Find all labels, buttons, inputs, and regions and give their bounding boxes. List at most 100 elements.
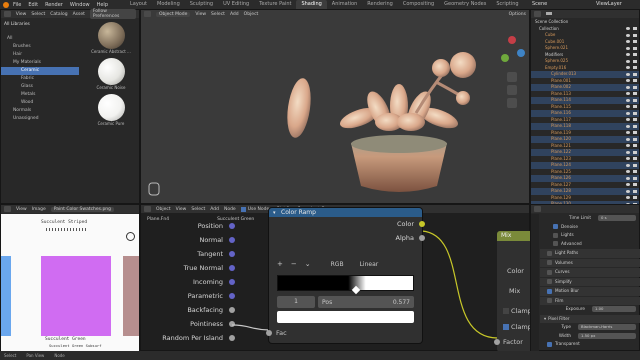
camera-icon[interactable] bbox=[633, 163, 637, 167]
camera-icon[interactable] bbox=[633, 157, 637, 161]
navigation-gizmo[interactable] bbox=[501, 36, 525, 62]
tab-layout[interactable]: Layout bbox=[125, 0, 152, 9]
tab-sculpting[interactable]: Sculpting bbox=[185, 0, 218, 9]
eye-icon[interactable] bbox=[626, 72, 630, 76]
editor-type-icon[interactable] bbox=[144, 11, 151, 17]
eye-icon[interactable] bbox=[626, 111, 630, 115]
output-alpha[interactable]: Alpha bbox=[269, 231, 425, 245]
eye-icon[interactable] bbox=[626, 118, 630, 122]
stop-color-swatch[interactable] bbox=[277, 311, 414, 323]
editor-type-icon[interactable] bbox=[4, 206, 11, 212]
checkbox-icon[interactable] bbox=[547, 341, 552, 347]
eye-icon[interactable] bbox=[626, 131, 630, 135]
zoom-button[interactable] bbox=[507, 72, 517, 82]
camera-icon[interactable] bbox=[633, 137, 637, 141]
output-backfacing[interactable]: Backfacing bbox=[141, 303, 235, 317]
camera-icon[interactable] bbox=[633, 98, 637, 102]
camera-icon[interactable] bbox=[633, 53, 637, 57]
checkbox-icon[interactable] bbox=[547, 260, 552, 266]
tab-shading[interactable]: Shading bbox=[296, 0, 327, 9]
camera-icon[interactable] bbox=[633, 189, 637, 193]
menu-view[interactable]: View bbox=[16, 12, 27, 17]
eye-icon[interactable] bbox=[626, 170, 630, 174]
shader-node-editor[interactable]: Object View Select Add Node Use Nodes Sl… bbox=[140, 204, 532, 352]
catalog-metals[interactable]: Metals bbox=[1, 91, 79, 99]
color-mode-dropdown[interactable]: RGB bbox=[331, 261, 344, 268]
mode-selector[interactable]: Object Mode bbox=[156, 11, 191, 17]
output-incoming[interactable]: Incoming bbox=[141, 275, 235, 289]
catalog-normals[interactable]: Normals bbox=[1, 107, 79, 115]
tab-modeling[interactable]: Modeling bbox=[152, 0, 185, 9]
tab-rendering[interactable]: Rendering bbox=[362, 0, 398, 9]
filter-width-row[interactable]: Width 1.50 px bbox=[540, 332, 640, 341]
tab-texture-paint[interactable]: Texture Paint bbox=[254, 0, 296, 9]
exposure-field[interactable]: 1.00 bbox=[592, 306, 636, 313]
input-fac[interactable]: Fac bbox=[266, 329, 287, 337]
catalog-unassigned[interactable]: Unassigned bbox=[1, 115, 79, 123]
menu-select[interactable]: Select bbox=[191, 207, 205, 212]
socket-icon[interactable] bbox=[494, 339, 500, 345]
mix-output-color[interactable]: Color bbox=[507, 267, 524, 275]
tab-scripting[interactable]: Scripting bbox=[491, 0, 523, 9]
scene-selector[interactable]: Scene bbox=[532, 1, 547, 7]
camera-icon[interactable] bbox=[633, 85, 637, 89]
properties-panel[interactable]: Curves bbox=[540, 268, 640, 277]
menu-asset[interactable]: Asset bbox=[73, 12, 85, 17]
3d-viewport[interactable]: Object Mode View Select Add Object Optio… bbox=[140, 9, 530, 204]
blender-logo-icon[interactable] bbox=[3, 1, 9, 8]
eye-icon[interactable] bbox=[626, 59, 630, 63]
filter-type-row[interactable]: Type Blackman-Harris bbox=[540, 323, 640, 332]
camera-icon[interactable] bbox=[633, 131, 637, 135]
remove-stop-button[interactable]: − bbox=[291, 260, 297, 268]
editor-type-icon[interactable] bbox=[534, 11, 541, 17]
chevron-down-icon[interactable]: ⌄ bbox=[305, 260, 311, 268]
menu-node[interactable]: Node bbox=[224, 207, 236, 212]
hand-tool-icon[interactable] bbox=[148, 182, 160, 196]
camera-icon[interactable] bbox=[633, 40, 637, 44]
use-nodes-toggle[interactable]: Use Nodes bbox=[240, 206, 272, 212]
eye-icon[interactable] bbox=[626, 66, 630, 70]
socket-icon[interactable] bbox=[229, 293, 235, 299]
menu-object[interactable]: Object bbox=[244, 12, 259, 17]
eye-icon[interactable] bbox=[626, 183, 630, 187]
interpolation-dropdown[interactable]: Linear bbox=[360, 261, 379, 268]
eye-icon[interactable] bbox=[626, 98, 630, 102]
library-selector[interactable]: All Libraries bbox=[4, 22, 30, 27]
output-pointiness[interactable]: Pointiness bbox=[141, 317, 235, 331]
menu-catalog[interactable]: Catalog bbox=[50, 12, 67, 17]
catalog-brushes[interactable]: Brushes bbox=[1, 43, 79, 51]
socket-icon[interactable] bbox=[266, 330, 272, 336]
output-tangent[interactable]: Tangent bbox=[141, 247, 235, 261]
menu-view[interactable]: View bbox=[176, 207, 187, 212]
checkbox-icon[interactable] bbox=[553, 232, 558, 238]
mix-clamp-result[interactable]: Clamp bbox=[503, 307, 532, 315]
camera-icon[interactable] bbox=[633, 27, 637, 31]
eye-icon[interactable] bbox=[626, 196, 630, 200]
menu-image[interactable]: Image bbox=[32, 207, 46, 212]
camera-icon[interactable] bbox=[633, 66, 637, 70]
color-ramp-node[interactable]: ▾ Color Ramp Color Alpha + − ⌄ RGB Linea… bbox=[266, 208, 425, 343]
eye-icon[interactable] bbox=[626, 150, 630, 154]
filter-width-field[interactable]: 1.50 px bbox=[578, 332, 636, 339]
asset-item[interactable]: Ceramic Pure bbox=[85, 94, 137, 126]
options-button[interactable]: Options bbox=[509, 12, 526, 17]
stop-index-field[interactable]: 1 bbox=[277, 296, 315, 308]
properties-panel[interactable]: Lights bbox=[540, 231, 640, 240]
camera-view-button[interactable] bbox=[507, 98, 517, 108]
menu-select[interactable]: Select bbox=[211, 12, 225, 17]
eye-icon[interactable] bbox=[626, 105, 630, 109]
catalog-all[interactable]: All bbox=[1, 35, 79, 43]
menu-select[interactable]: Select bbox=[31, 12, 45, 17]
eye-icon[interactable] bbox=[626, 144, 630, 148]
menu-object[interactable]: Object bbox=[156, 207, 171, 212]
camera-icon[interactable] bbox=[633, 176, 637, 180]
mix-input-factor[interactable]: Factor bbox=[494, 338, 523, 346]
output-parametric[interactable]: Parametric bbox=[141, 289, 235, 303]
output-position[interactable]: Position bbox=[141, 219, 235, 233]
catalog-my-materials[interactable]: My Materials bbox=[1, 59, 79, 67]
properties-panel[interactable]: Denoise bbox=[540, 223, 640, 232]
socket-icon[interactable] bbox=[419, 235, 425, 241]
output-true-normal[interactable]: True Normal bbox=[141, 261, 235, 275]
output-random-per-island[interactable]: Random Per Island bbox=[141, 331, 235, 345]
tab-uv-editing[interactable]: UV Editing bbox=[218, 0, 254, 9]
